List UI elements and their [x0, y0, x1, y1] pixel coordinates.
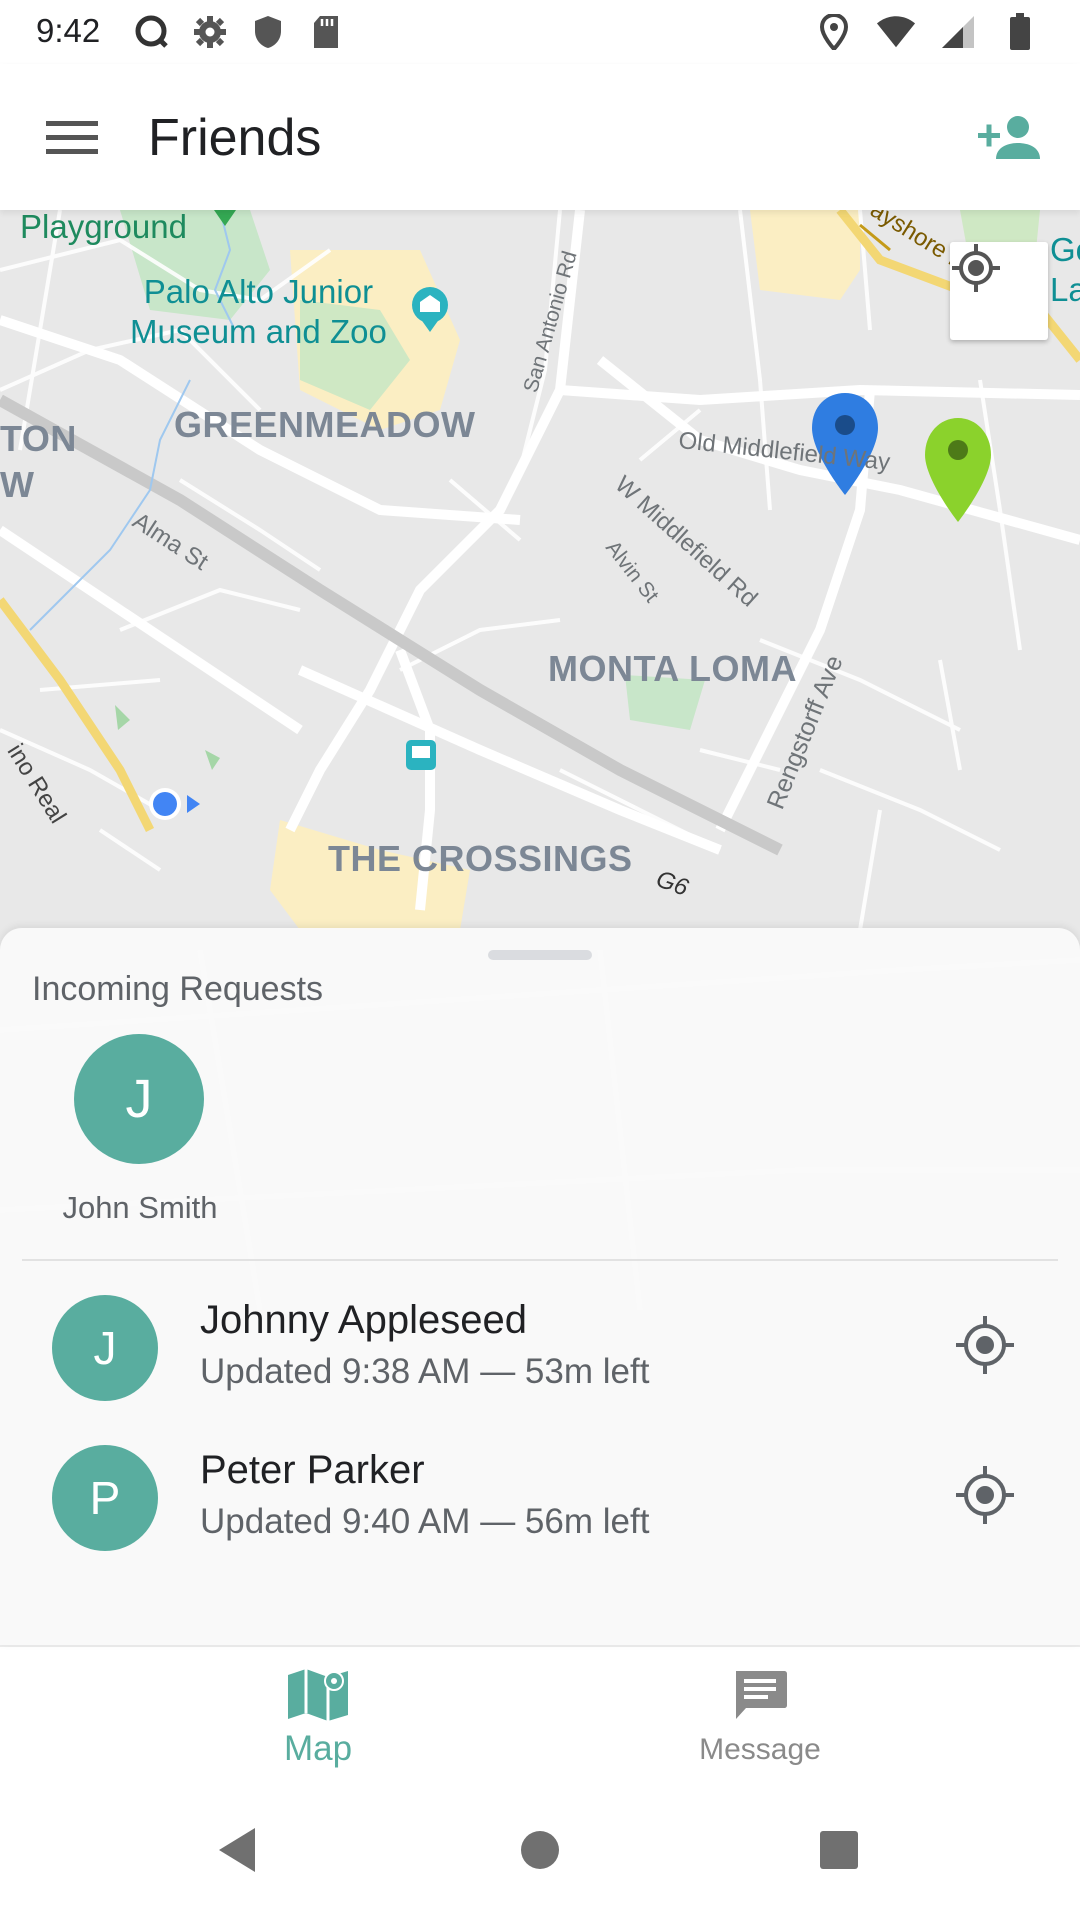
friend-name: Johnny Appleseed — [200, 1298, 527, 1342]
recents-square-icon — [820, 1831, 858, 1869]
friend-status: Updated 9:40 AM — 56m left — [200, 1502, 650, 1541]
list-item[interactable]: J Johnny Appleseed Updated 9:38 AM — 53m… — [0, 1280, 1080, 1430]
crosshair-locate-icon — [956, 1466, 1014, 1524]
locate-friend-button[interactable] — [950, 1460, 1020, 1530]
map-label-playground: Playground — [20, 210, 187, 245]
back-button[interactable] — [202, 1815, 272, 1885]
home-button[interactable] — [505, 1815, 575, 1885]
request-name: John Smith — [62, 1190, 218, 1225]
add-friend-button[interactable] — [968, 100, 1052, 176]
shield-icon — [248, 12, 288, 52]
avatar[interactable]: J — [74, 1034, 204, 1164]
cellular-signal-icon — [938, 12, 978, 52]
hamburger-menu-icon — [46, 121, 98, 154]
notification-circle-icon — [132, 12, 172, 52]
crosshair-locate-icon — [952, 244, 1000, 292]
map-icon — [286, 1667, 350, 1723]
menu-button[interactable] — [34, 104, 110, 172]
incoming-requests-title: Incoming Requests — [32, 970, 324, 1008]
message-icon — [728, 1667, 792, 1723]
map-label-monta-loma: MONTA LOMA — [548, 648, 797, 689]
bottom-navigation: Map Message — [0, 1645, 1080, 1777]
status-time: 9:42 — [36, 12, 101, 49]
sd-card-icon — [306, 12, 346, 52]
map-label-ton: TON — [0, 418, 77, 459]
battery-icon — [1000, 12, 1040, 52]
back-triangle-icon — [219, 1828, 255, 1872]
crosshair-locate-icon — [956, 1316, 1014, 1374]
app-bar: Friends — [0, 64, 1080, 210]
my-location-button[interactable] — [950, 242, 1048, 340]
wifi-icon — [876, 12, 916, 52]
location-pin-icon — [814, 12, 854, 52]
divider — [22, 1259, 1058, 1261]
list-item[interactable]: P Peter Parker Updated 9:40 AM — 56m lef… — [0, 1430, 1080, 1580]
home-circle-icon — [521, 1831, 559, 1869]
nav-tab-map[interactable]: Map — [168, 1667, 468, 1769]
page-title: Friends — [148, 109, 322, 167]
nav-label-map: Map — [283, 1729, 353, 1768]
drag-handle[interactable] — [488, 950, 592, 960]
friend-name: Peter Parker — [200, 1448, 425, 1492]
friends-bottom-sheet: Incoming Requests J John Smith J Johnny … — [0, 928, 1080, 1645]
recents-button[interactable] — [804, 1815, 874, 1885]
map-label-museum: Palo Alto Junior Museum and Zoo — [130, 273, 387, 350]
avatar: J — [52, 1295, 158, 1401]
map-label-greenmeadow: GREENMEADOW — [174, 404, 476, 445]
nav-tab-message[interactable]: Message — [610, 1667, 910, 1767]
settings-gear-icon — [190, 12, 230, 52]
locate-friend-button[interactable] — [950, 1310, 1020, 1380]
status-bar: 9:42 — [0, 0, 1080, 64]
avatar: P — [52, 1445, 158, 1551]
friend-status: Updated 9:38 AM — 53m left — [200, 1352, 650, 1391]
green-location-marker[interactable] — [925, 418, 991, 522]
system-navigation-bar — [0, 1775, 1080, 1920]
map-label-w: W — [0, 464, 35, 505]
map-label-gl: Go La — [1050, 231, 1080, 308]
nav-label-message: Message — [699, 1733, 821, 1766]
map-label-the-crossings: THE CROSSINGS — [328, 838, 633, 879]
person-add-icon — [978, 116, 1040, 159]
